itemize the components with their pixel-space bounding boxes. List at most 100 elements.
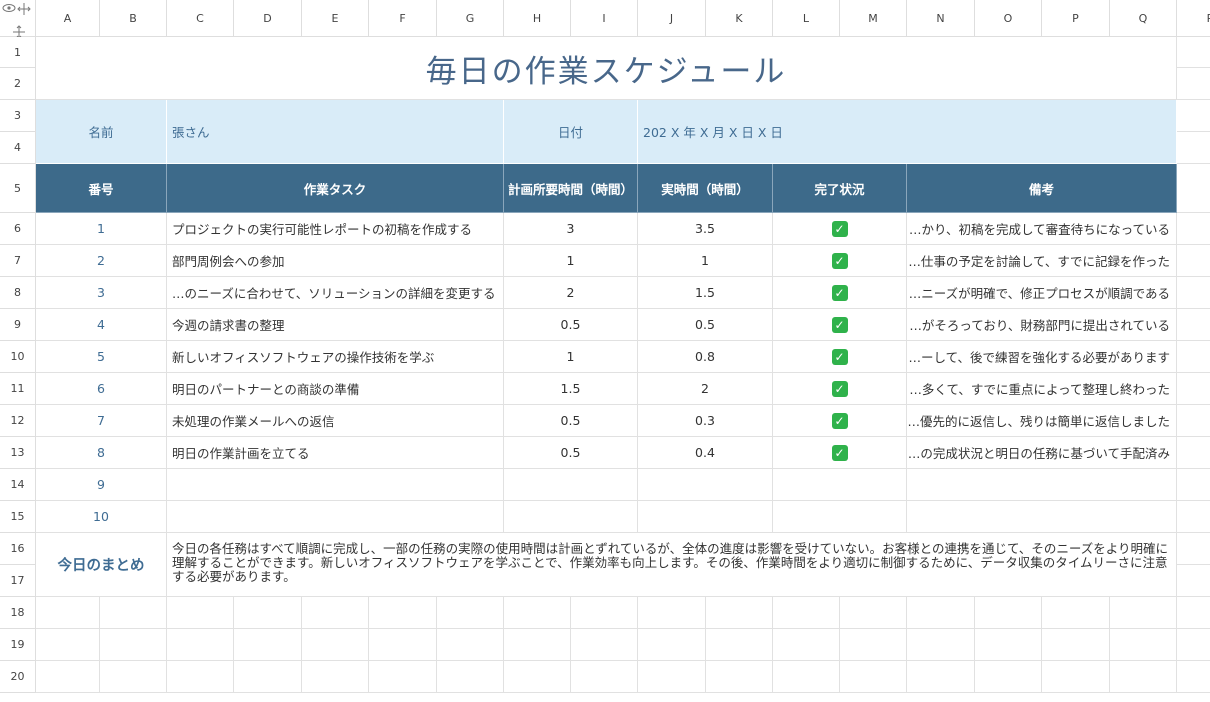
empty-cell[interactable] (302, 629, 369, 661)
empty-cell[interactable] (167, 629, 234, 661)
row-header-16[interactable]: 16 (0, 533, 36, 565)
empty-cell[interactable] (369, 661, 437, 693)
empty-cell[interactable] (1177, 629, 1210, 661)
task-name-cell[interactable]: 明日の作業計画を立てる (167, 437, 504, 469)
empty-cell[interactable] (437, 629, 504, 661)
empty-cell[interactable] (369, 629, 437, 661)
summary-label[interactable]: 今日のまとめ (36, 533, 167, 597)
task-name-cell[interactable]: 今週の請求書の整理 (167, 309, 504, 341)
row-header-6[interactable]: 6 (0, 213, 36, 245)
task-name-cell[interactable]: 明日のパートナーとの商談の準備 (167, 373, 504, 405)
actual-hours-cell[interactable]: 3.5 (638, 213, 773, 245)
planned-hours-cell[interactable] (504, 501, 638, 533)
status-cell[interactable]: ✓ (773, 309, 907, 341)
empty-cell[interactable] (840, 597, 907, 629)
status-cell[interactable] (773, 469, 907, 501)
empty-cell[interactable] (638, 597, 706, 629)
header-task[interactable]: 作業タスク (167, 164, 504, 213)
row-header-18[interactable]: 18 (0, 597, 36, 629)
column-header-h[interactable]: H (504, 0, 571, 37)
status-cell[interactable]: ✓ (773, 277, 907, 309)
status-cell[interactable]: ✓ (773, 213, 907, 245)
column-header-o[interactable]: O (975, 0, 1042, 37)
task-name-cell[interactable]: プロジェクトの実行可能性レポートの初稿を作成する (167, 213, 504, 245)
row-header-3[interactable]: 3 (0, 100, 36, 132)
empty-cell[interactable] (773, 597, 840, 629)
row-header-1[interactable]: 1 (0, 37, 36, 68)
column-header-f[interactable]: F (369, 0, 437, 37)
row-header-19[interactable]: 19 (0, 629, 36, 661)
actual-hours-cell[interactable] (638, 501, 773, 533)
empty-cell[interactable] (1042, 629, 1110, 661)
empty-cell[interactable] (1177, 68, 1210, 100)
task-no-cell[interactable]: 9 (36, 469, 167, 501)
task-name-cell[interactable] (167, 501, 504, 533)
name-label-cell[interactable]: 名前 (36, 100, 167, 164)
name-value-cell[interactable]: 張さん (167, 100, 504, 164)
empty-cell[interactable] (1177, 164, 1210, 213)
empty-cell[interactable] (167, 597, 234, 629)
empty-cell[interactable] (907, 661, 975, 693)
empty-cell[interactable] (504, 661, 571, 693)
planned-hours-cell[interactable]: 1 (504, 341, 638, 373)
empty-cell[interactable] (504, 597, 571, 629)
empty-cell[interactable] (1177, 597, 1210, 629)
remark-cell[interactable]: …多くて、すでに重点によって整理し終わった (907, 373, 1177, 405)
column-header-n[interactable]: N (907, 0, 975, 37)
header-no[interactable]: 番号 (36, 164, 167, 213)
column-header-q[interactable]: Q (1110, 0, 1177, 37)
task-name-cell[interactable]: 部門周例会への参加 (167, 245, 504, 277)
actual-hours-cell[interactable]: 2 (638, 373, 773, 405)
empty-cell[interactable] (706, 597, 773, 629)
task-no-cell[interactable]: 5 (36, 341, 167, 373)
empty-cell[interactable] (234, 629, 302, 661)
empty-cell[interactable] (1177, 437, 1210, 469)
empty-cell[interactable] (1177, 501, 1210, 533)
column-header-r[interactable]: R (1177, 0, 1210, 37)
planned-hours-cell[interactable]: 2 (504, 277, 638, 309)
empty-cell[interactable] (234, 597, 302, 629)
empty-cell[interactable] (437, 661, 504, 693)
empty-cell[interactable] (571, 597, 638, 629)
row-header-7[interactable]: 7 (0, 245, 36, 277)
summary-text[interactable]: 今日の各任務はすべて順調に完成し、一部の任務の実際の使用時間は計画とずれているが… (167, 533, 1177, 597)
empty-cell[interactable] (1177, 213, 1210, 245)
empty-cell[interactable] (840, 661, 907, 693)
empty-cell[interactable] (369, 597, 437, 629)
empty-cell[interactable] (773, 661, 840, 693)
task-name-cell[interactable]: …のニーズに合わせて、ソリューションの詳細を変更する (167, 277, 504, 309)
actual-hours-cell[interactable]: 0.3 (638, 405, 773, 437)
row-header-10[interactable]: 10 (0, 341, 36, 373)
empty-cell[interactable] (1110, 597, 1177, 629)
row-header-20[interactable]: 20 (0, 661, 36, 693)
empty-cell[interactable] (302, 597, 369, 629)
empty-cell[interactable] (1177, 341, 1210, 373)
row-header-15[interactable]: 15 (0, 501, 36, 533)
planned-hours-cell[interactable]: 0.5 (504, 437, 638, 469)
empty-cell[interactable] (100, 597, 167, 629)
column-header-e[interactable]: E (302, 0, 369, 37)
status-cell[interactable] (773, 501, 907, 533)
column-header-c[interactable]: C (167, 0, 234, 37)
task-name-cell[interactable]: 未処理の作業メールへの返信 (167, 405, 504, 437)
planned-hours-cell[interactable] (504, 469, 638, 501)
empty-cell[interactable] (36, 661, 100, 693)
date-value-cell[interactable]: 202 X 年 X 月 X 日 X 日 (638, 100, 1177, 164)
empty-cell[interactable] (302, 661, 369, 693)
task-no-cell[interactable]: 3 (36, 277, 167, 309)
header-planned[interactable]: 計画所要時間（時間） (504, 164, 638, 213)
row-header-2[interactable]: 2 (0, 68, 36, 100)
empty-cell[interactable] (234, 661, 302, 693)
status-cell[interactable]: ✓ (773, 405, 907, 437)
remark-cell[interactable]: …がそろっており、財務部門に提出されている (907, 309, 1177, 341)
row-header-4[interactable]: 4 (0, 132, 36, 164)
empty-cell[interactable] (1177, 373, 1210, 405)
freeze-rows-icon[interactable] (12, 24, 26, 39)
empty-cell[interactable] (975, 597, 1042, 629)
row-header-17[interactable]: 17 (0, 565, 36, 597)
status-cell[interactable]: ✓ (773, 373, 907, 405)
header-remarks[interactable]: 備考 (907, 164, 1177, 213)
empty-cell[interactable] (36, 597, 100, 629)
remark-cell[interactable]: …優先的に返信し、残りは簡単に返信しました (907, 405, 1177, 437)
empty-cell[interactable] (706, 661, 773, 693)
